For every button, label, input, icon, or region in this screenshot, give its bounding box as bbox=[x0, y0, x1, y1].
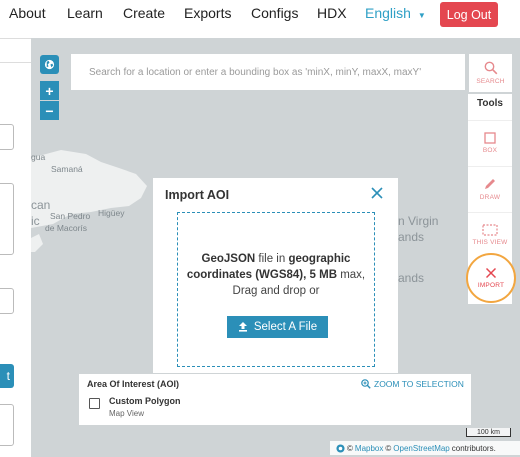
modal-title: Import AOI bbox=[165, 188, 230, 202]
map-label: ic bbox=[31, 214, 40, 228]
nav-exports[interactable]: Exports bbox=[184, 5, 231, 21]
nav-learn[interactable]: Learn bbox=[67, 5, 103, 21]
left-form-panel: t bbox=[0, 38, 31, 457]
dropzone-instructions: GeoJSON file in geographic coordinates (… bbox=[178, 251, 374, 299]
zoom-to-selection-button[interactable]: ZOOM TO SELECTION bbox=[361, 379, 464, 389]
aoi-panel: Area Of Interest (AOI) ZOOM TO SELECTION… bbox=[79, 374, 471, 425]
modal-close-button[interactable] bbox=[368, 184, 386, 202]
search-label: SEARCH bbox=[476, 78, 505, 85]
map-label: gua bbox=[31, 152, 46, 162]
map-attribution: © Mapbox © OpenStreetMap contributors. bbox=[330, 441, 520, 455]
caret-down-icon: ▼ bbox=[417, 11, 426, 20]
tools-title: Tools bbox=[477, 98, 503, 109]
zoom-in-button[interactable]: + bbox=[40, 81, 59, 100]
copyright-symbol: © bbox=[347, 443, 353, 453]
app-root: { "nav": { "items": ["About", "Learn", "… bbox=[0, 0, 520, 457]
nav-about[interactable]: About bbox=[9, 5, 46, 21]
pencil-icon bbox=[485, 178, 495, 189]
map-label: de Macorís bbox=[45, 223, 88, 233]
zoom-out-button[interactable]: − bbox=[40, 101, 59, 120]
tool-box-label: BOX bbox=[482, 146, 498, 154]
instruction-text: coordinates (WGS84), 5 MB bbox=[186, 269, 338, 281]
aoi-title: Area Of Interest (AOI) bbox=[87, 379, 180, 389]
divider bbox=[0, 62, 31, 63]
search-icon bbox=[484, 61, 497, 75]
instruction-text: Drag and drop or bbox=[232, 285, 320, 297]
zoom-to-selection-label: ZOOM TO SELECTION bbox=[374, 379, 464, 389]
aoi-checkbox[interactable] bbox=[89, 398, 100, 409]
select-file-label: Select A File bbox=[253, 321, 318, 333]
search-button[interactable]: SEARCH bbox=[469, 54, 512, 92]
language-label: English bbox=[365, 5, 411, 21]
tool-draw-label: DRAW bbox=[479, 193, 501, 201]
map-scale: 100 km bbox=[466, 428, 511, 437]
tool-this-view[interactable]: THIS VIEW bbox=[468, 212, 512, 256]
format-text: GeoJSON bbox=[201, 253, 256, 265]
language-dropdown[interactable]: English ▼ bbox=[365, 5, 426, 21]
instruction-text: max, bbox=[337, 269, 366, 281]
form-input[interactable] bbox=[0, 124, 14, 150]
select-file-button[interactable]: Select A File bbox=[227, 316, 328, 338]
tool-this-view-label: THIS VIEW bbox=[472, 238, 508, 246]
map-label: n Virgin bbox=[398, 214, 439, 228]
map-label: ands bbox=[398, 271, 425, 285]
tool-import-label: IMPORT bbox=[477, 282, 505, 289]
viewport-icon bbox=[482, 223, 498, 236]
attribution-suffix: contributors. bbox=[451, 443, 496, 453]
close-icon bbox=[371, 187, 383, 199]
instruction-text: geographic bbox=[288, 253, 351, 265]
tool-import[interactable]: IMPORT bbox=[466, 253, 516, 303]
zoom-in-icon bbox=[361, 379, 371, 389]
map-label: Samaná bbox=[51, 164, 83, 174]
form-input[interactable] bbox=[0, 288, 14, 314]
mapbox-logo-icon bbox=[336, 443, 345, 453]
nav-hdx[interactable]: HDX bbox=[317, 5, 347, 21]
nav-create[interactable]: Create bbox=[123, 5, 165, 21]
aoi-item-subtitle: Map View bbox=[109, 409, 144, 418]
location-search-input[interactable] bbox=[71, 54, 465, 90]
map-label: can bbox=[31, 198, 51, 212]
top-nav: About Learn Create Exports Configs HDX E… bbox=[0, 0, 520, 30]
tool-box[interactable]: BOX bbox=[468, 120, 512, 164]
basemap-button[interactable] bbox=[40, 55, 59, 74]
mapbox-link[interactable]: Mapbox bbox=[355, 444, 383, 453]
instruction-text: file in bbox=[255, 253, 289, 265]
upload-icon bbox=[238, 322, 247, 332]
openstreetmap-link[interactable]: OpenStreetMap bbox=[393, 444, 449, 453]
form-button[interactable]: t bbox=[0, 364, 14, 388]
logout-button[interactable]: Log Out bbox=[440, 2, 498, 27]
form-input[interactable] bbox=[0, 404, 14, 446]
aoi-item-name: Custom Polygon bbox=[109, 396, 181, 406]
map-label: Higüey bbox=[98, 208, 125, 218]
copyright-symbol: © bbox=[385, 443, 392, 453]
file-dropzone[interactable]: GeoJSON file in geographic coordinates (… bbox=[177, 212, 375, 367]
form-textarea[interactable] bbox=[0, 183, 14, 255]
divider bbox=[0, 38, 31, 39]
close-x-icon bbox=[485, 267, 497, 279]
map-label: ands bbox=[398, 230, 425, 244]
import-aoi-modal: Import AOI GeoJSON file in geographic co… bbox=[153, 178, 398, 373]
tool-draw[interactable]: DRAW bbox=[468, 166, 512, 210]
map-label: San Pedro bbox=[50, 211, 91, 221]
globe-icon bbox=[44, 59, 55, 70]
square-icon bbox=[484, 131, 496, 144]
nav-configs[interactable]: Configs bbox=[251, 5, 298, 21]
